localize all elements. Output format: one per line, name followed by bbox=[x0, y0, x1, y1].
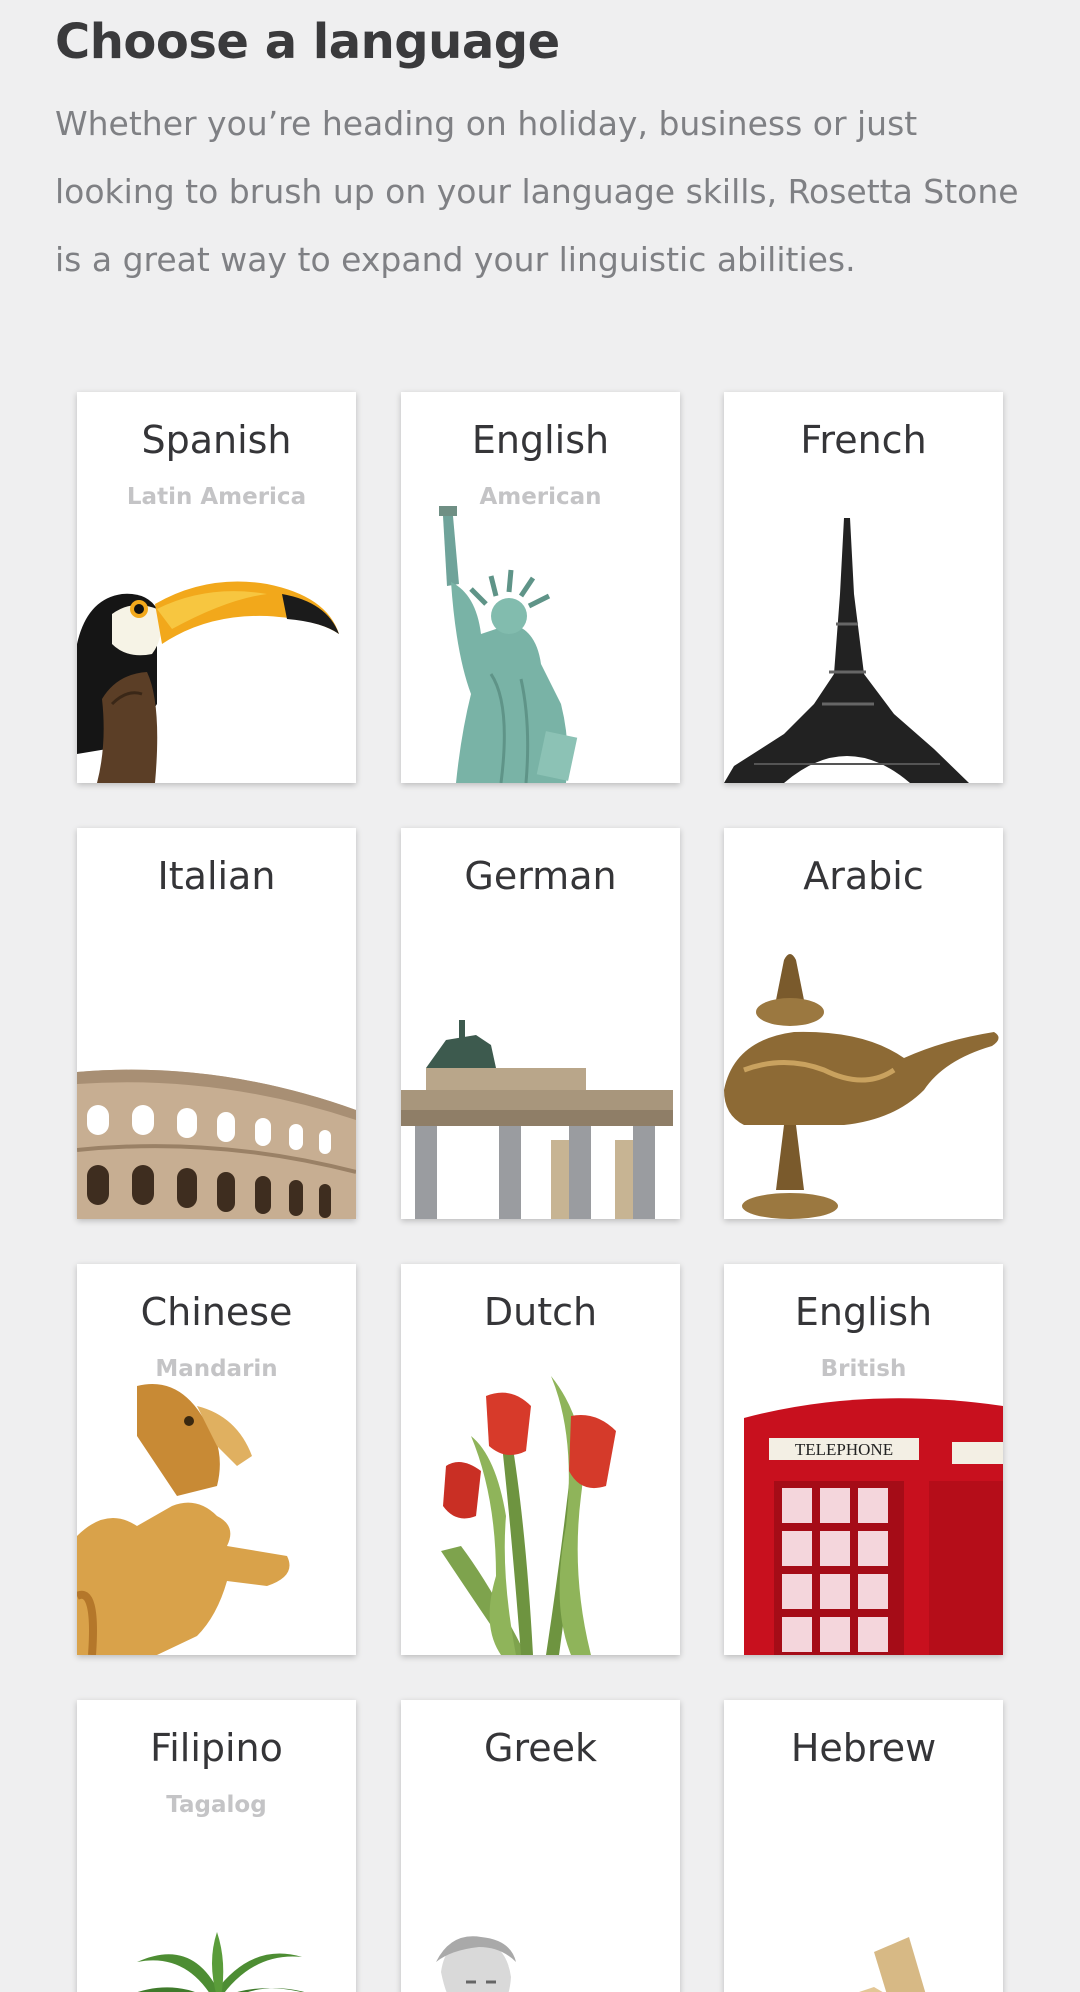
page-subtitle: Whether you’re heading on holiday, busin… bbox=[55, 104, 1019, 279]
language-card-arabic[interactable]: Arabic bbox=[724, 828, 1003, 1219]
language-card-italian[interactable]: Italian bbox=[77, 828, 356, 1219]
language-name: Spanish bbox=[141, 418, 292, 462]
language-name: German bbox=[464, 854, 617, 898]
statue-of-liberty-image bbox=[439, 506, 578, 783]
page-title: Choose a language bbox=[55, 14, 560, 70]
language-name: Arabic bbox=[803, 854, 924, 898]
language-card-spanish[interactable]: Spanish Latin America bbox=[77, 392, 356, 783]
language-picker-page: Choose a language Whether you’re heading… bbox=[0, 0, 1080, 1992]
greek-statue-image bbox=[436, 1936, 516, 1992]
language-card-dutch[interactable]: Dutch bbox=[401, 1264, 680, 1655]
language-card-english-american[interactable]: English American bbox=[401, 392, 680, 783]
language-card-german[interactable]: German bbox=[401, 828, 680, 1219]
oil-lamp-image bbox=[724, 954, 999, 1219]
language-card-chinese[interactable]: Chinese Mandarin bbox=[77, 1264, 356, 1655]
colosseum-image bbox=[77, 1069, 356, 1219]
telephone-sign-text: TELEPHONE bbox=[795, 1440, 893, 1459]
language-name: Chinese bbox=[140, 1290, 293, 1334]
language-name: French bbox=[800, 418, 927, 462]
language-name: Greek bbox=[484, 1726, 597, 1770]
language-card-greek[interactable]: Greek bbox=[401, 1700, 680, 1992]
language-card-hebrew[interactable]: Hebrew bbox=[724, 1700, 1003, 1992]
eiffel-tower-image bbox=[724, 518, 969, 783]
language-card-english-british[interactable]: English British TELEPHONE bbox=[724, 1264, 1003, 1655]
tulips-image bbox=[441, 1376, 616, 1655]
language-name: Italian bbox=[157, 854, 276, 898]
language-name: Filipino bbox=[150, 1726, 283, 1770]
palm-tree-image bbox=[137, 1932, 304, 1992]
language-name: English bbox=[471, 418, 610, 462]
language-name: English bbox=[794, 1290, 933, 1334]
telephone-box-image: TELEPHONE bbox=[744, 1398, 1003, 1655]
language-name: Dutch bbox=[483, 1290, 598, 1334]
brandenburg-gate-image bbox=[401, 1020, 673, 1219]
dragon-image bbox=[77, 1384, 290, 1655]
language-name: Hebrew bbox=[790, 1726, 937, 1770]
language-card-french[interactable]: French bbox=[724, 392, 1003, 783]
toucan-image bbox=[77, 581, 339, 783]
language-card-filipino[interactable]: Filipino Tagalog bbox=[77, 1700, 356, 1992]
dreidel-image bbox=[859, 1937, 926, 1992]
